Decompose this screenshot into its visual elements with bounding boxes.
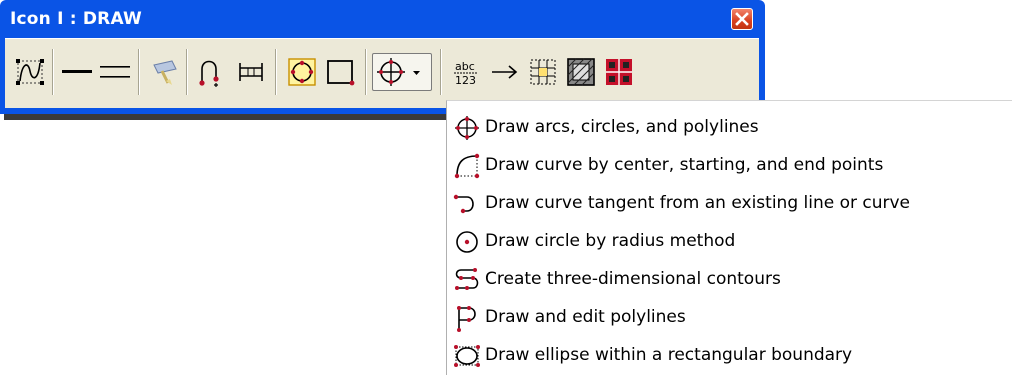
menu-item-3d-contours[interactable]: Create three-dimensional contours <box>453 261 1008 299</box>
spline-icon <box>16 59 44 85</box>
pattern-tool[interactable] <box>602 53 636 91</box>
dimension-tool[interactable] <box>234 53 268 91</box>
circle-radius-icon <box>456 231 478 253</box>
menu-item-label: Draw curve tangent from an existing line… <box>485 193 911 213</box>
menu-item-label: Draw curve by center, starting, and end … <box>485 155 884 175</box>
toolbar-separator <box>440 49 442 95</box>
close-icon <box>735 12 749 26</box>
arrow-icon <box>492 65 518 79</box>
toolbar: abc 123 <box>5 38 759 108</box>
single-line-tool[interactable] <box>60 53 94 91</box>
curve-point-tool[interactable] <box>194 53 228 91</box>
menu-item-label: Draw and edit polylines <box>485 307 686 327</box>
ellipse-boundary-icon <box>454 345 480 367</box>
arc-menu-button[interactable] <box>372 53 432 91</box>
polyline-icon <box>457 306 476 332</box>
menu-item-label: Draw arcs, circles, and polylines <box>485 117 759 137</box>
sweep-icon <box>153 60 177 85</box>
dimension-icon <box>239 63 263 81</box>
close-button[interactable] <box>731 8 753 30</box>
text-icon: abc 123 <box>454 60 478 87</box>
arc-tools-menu: Draw arcs, circles, and polylines Draw c… <box>446 100 1012 375</box>
double-line-tool[interactable] <box>98 53 132 91</box>
svg-text:abc: abc <box>455 60 475 73</box>
rectangle-icon <box>327 60 355 86</box>
hatch-icon <box>567 58 595 86</box>
spline-tool[interactable] <box>12 53 48 91</box>
title-bar[interactable]: Icon I : DRAW <box>0 0 765 38</box>
double-line-icon <box>100 66 130 78</box>
menu-item-circle-radius[interactable]: Draw circle by radius method <box>453 223 1008 261</box>
curve-point-icon <box>199 60 219 87</box>
toolbar-separator <box>186 49 188 95</box>
menu-item-label: Draw circle by radius method <box>485 231 736 251</box>
svg-text:123: 123 <box>455 74 476 87</box>
toolbar-separator <box>365 49 367 95</box>
menu-item-polylines[interactable]: Draw and edit polylines <box>453 299 1008 337</box>
single-line-icon <box>62 70 92 73</box>
hatch-tool[interactable] <box>564 53 598 91</box>
menu-item-label: Draw ellipse within a rectangular bounda… <box>485 345 853 365</box>
tangent-curve-icon <box>453 194 474 214</box>
toolbar-window: Icon I : DRAW abc 123 <box>0 0 765 114</box>
window-title: Icon I : DRAW <box>10 9 143 29</box>
rectangle-tool[interactable] <box>323 53 357 91</box>
toolbar-separator <box>52 49 54 95</box>
menu-item-ellipse-boundary[interactable]: Draw ellipse within a rectangular bounda… <box>453 337 1008 375</box>
circle-in-square-tool[interactable] <box>285 53 319 91</box>
menu-item-curve-tangent[interactable]: Draw curve tangent from an existing line… <box>453 185 1008 223</box>
chevron-down-icon <box>413 71 420 75</box>
menu-item-arcs-circles-polylines[interactable]: Draw arcs, circles, and polylines <box>453 109 1008 147</box>
sweep-tool[interactable] <box>148 53 180 91</box>
arc-circle-polyline-icon <box>377 58 420 86</box>
contour-icon <box>455 268 479 290</box>
pattern-icon <box>606 59 632 85</box>
arc-circle-polyline-icon <box>455 116 479 140</box>
grid-text-tool[interactable] <box>526 53 560 91</box>
menu-item-curve-center[interactable]: Draw curve by center, starting, and end … <box>453 147 1008 185</box>
toolbar-separator <box>275 49 277 95</box>
circle-in-square-icon <box>288 58 316 86</box>
toolbar-separator <box>138 49 140 95</box>
arrow-tool[interactable] <box>488 53 522 91</box>
grid-text-icon <box>530 59 556 85</box>
text-tool[interactable]: abc 123 <box>450 53 484 91</box>
curve-center-icon <box>454 153 480 179</box>
menu-item-label: Create three-dimensional contours <box>485 269 781 289</box>
